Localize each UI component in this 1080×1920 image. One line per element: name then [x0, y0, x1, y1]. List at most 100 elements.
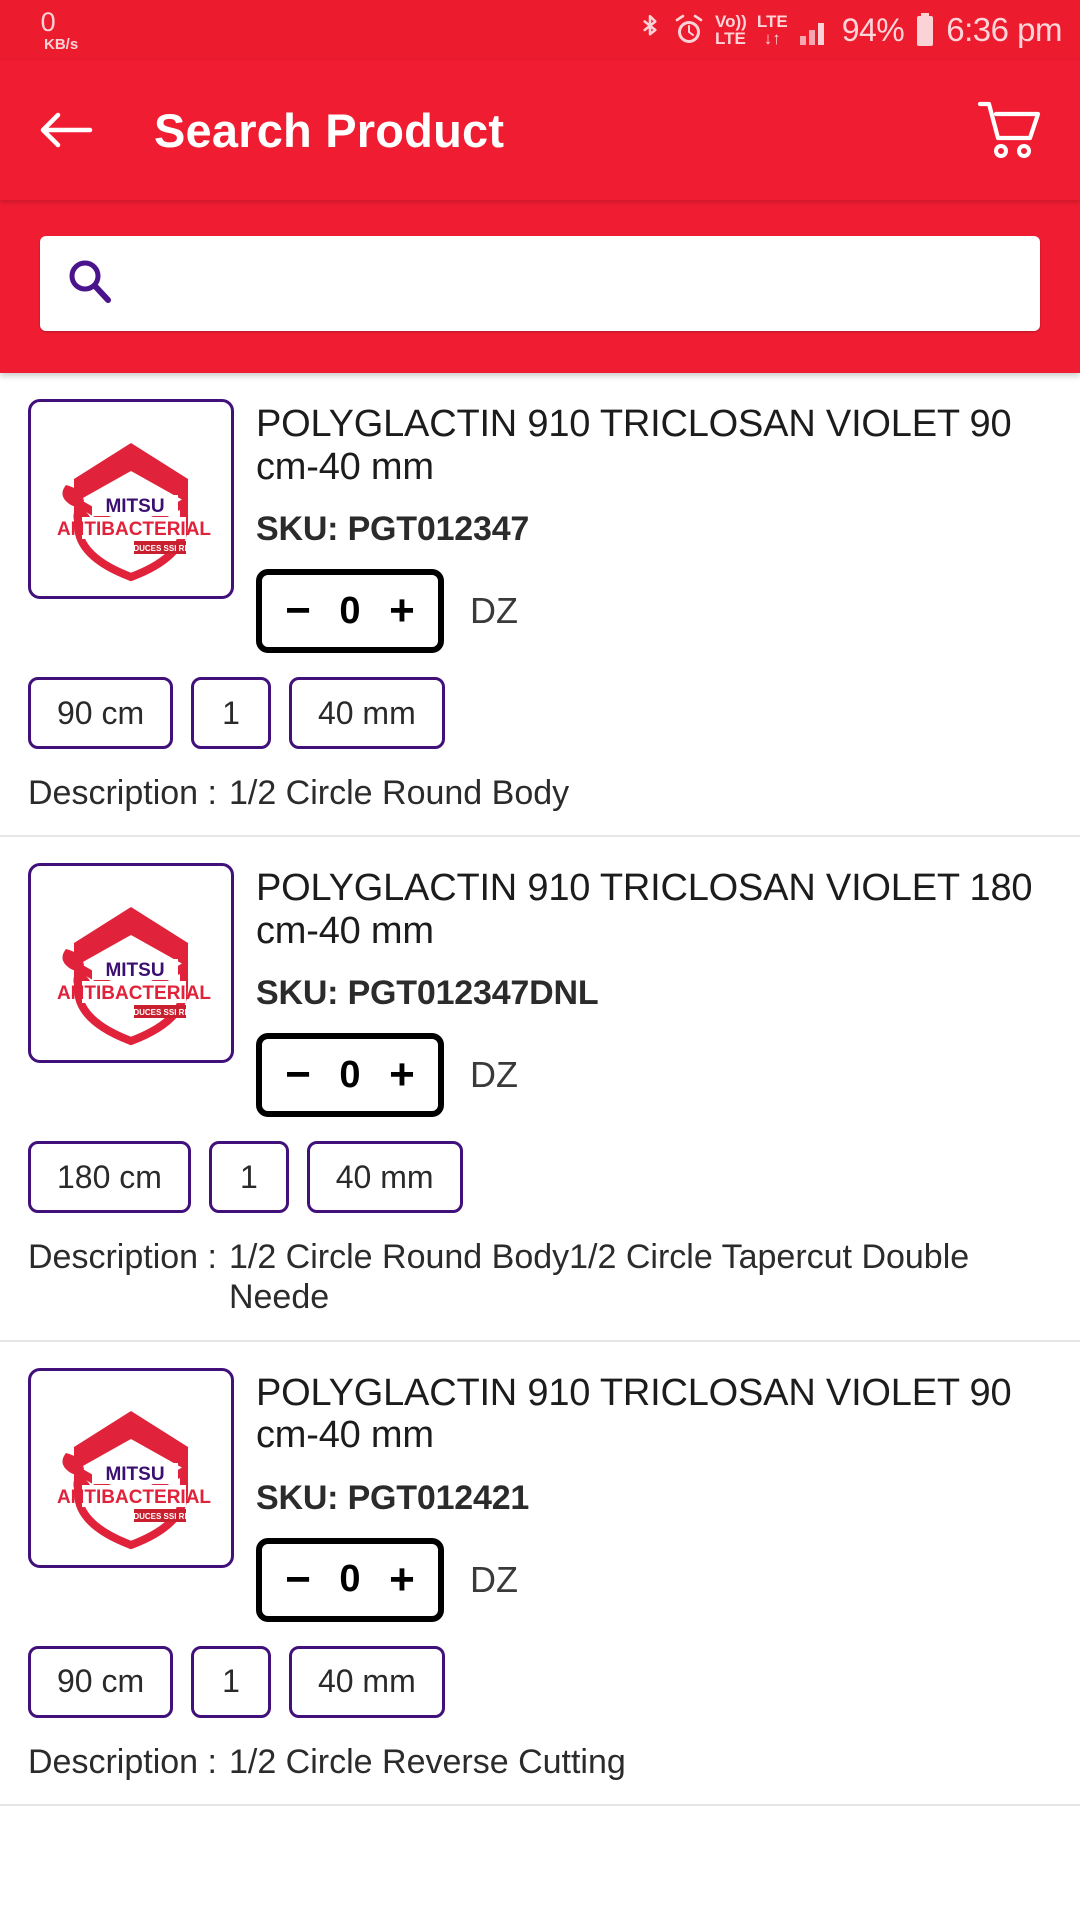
product-card[interactable]: MITSU ANTIBACTERIAL REDUCES SSI RISK POL…	[0, 373, 1080, 838]
product-attribute-chips: 180 cm 1 40 mm	[28, 1141, 1052, 1214]
product-card-top: MITSU ANTIBACTERIAL REDUCES SSI RISK POL…	[28, 863, 1052, 1118]
quantity-decrement-button[interactable]: −	[278, 1557, 318, 1602]
lte-data-icon: LTE ↓↑	[757, 13, 788, 47]
quantity-decrement-button[interactable]: −	[278, 589, 318, 633]
mitsu-antibacterial-logo-icon: MITSU ANTIBACTERIAL REDUCES SSI RISK	[57, 1411, 211, 1550]
product-info: POLYGLACTIN 910 TRICLOSAN VIOLET 90 cm-4…	[256, 1368, 1052, 1622]
quantity-stepper[interactable]: − 0 +	[256, 1033, 444, 1118]
quantity-row: − 0 + DZ	[256, 569, 1052, 654]
svg-text:MITSU: MITSU	[105, 496, 164, 517]
product-info: POLYGLACTIN 910 TRICLOSAN VIOLET 90 cm-4…	[256, 399, 1052, 654]
quantity-decrement-button[interactable]: −	[278, 1053, 318, 1097]
product-info: POLYGLACTIN 910 TRICLOSAN VIOLET 180 cm-…	[256, 863, 1052, 1118]
product-thumbnail[interactable]: MITSU ANTIBACTERIAL REDUCES SSI RISK	[28, 863, 234, 1064]
product-title: POLYGLACTIN 910 TRICLOSAN VIOLET 90 cm-4…	[256, 1371, 1012, 1457]
description-text: 1/2 Circle Round Body	[228, 774, 570, 813]
network-speed-unit: KB/s	[44, 35, 79, 53]
product-title: POLYGLACTIN 910 TRICLOSAN VIOLET 180 cm-…	[256, 867, 1033, 952]
page-title: Search Product	[154, 103, 505, 157]
battery-percent-label: 94%	[841, 11, 905, 48]
product-sku: SKU: PGT012347DNL	[256, 974, 1052, 1013]
signal-bars-icon	[798, 14, 832, 46]
quantity-value: 0	[339, 1558, 361, 1601]
mitsu-antibacterial-logo-icon: MITSU ANTIBACTERIAL REDUCES SSI RISK	[57, 906, 211, 1045]
volte-icon: Vo)) LTE	[715, 13, 747, 47]
attribute-chip-count[interactable]: 1	[208, 1141, 289, 1214]
search-icon	[66, 258, 112, 309]
attribute-chip-count[interactable]: 1	[191, 1645, 271, 1718]
clock-label: 6:36 pm	[946, 11, 1062, 48]
svg-text:MITSU: MITSU	[105, 1464, 164, 1485]
cart-button[interactable]	[974, 95, 1044, 165]
status-bar: 0 KB/s Vo)) LTE LTE ↓↑ 94% 6:36 pm	[0, 0, 1080, 60]
product-thumbnail[interactable]: MITSU ANTIBACTERIAL REDUCES SSI RISK	[28, 399, 234, 599]
quantity-unit-label: DZ	[470, 1054, 518, 1096]
product-thumbnail[interactable]: MITSU ANTIBACTERIAL REDUCES SSI RISK	[28, 1367, 234, 1568]
quantity-value: 0	[339, 1053, 361, 1096]
volte-bottom-label: LTE	[715, 29, 746, 48]
quantity-row: − 0 + DZ	[256, 1033, 1052, 1118]
search-input[interactable]	[130, 236, 1014, 331]
attribute-chip-count[interactable]: 1	[191, 677, 271, 750]
search-box[interactable]	[40, 236, 1040, 331]
product-card[interactable]: MITSU ANTIBACTERIAL REDUCES SSI RISK POL…	[0, 1341, 1080, 1806]
product-card[interactable]: MITSU ANTIBACTERIAL REDUCES SSI RISK POL…	[0, 837, 1080, 1342]
lte-arrows-label: ↓↑	[763, 29, 781, 48]
svg-text:MITSU: MITSU	[105, 960, 164, 981]
quantity-unit-label: DZ	[470, 1558, 518, 1600]
quantity-increment-button[interactable]: +	[382, 1557, 422, 1602]
product-description: Description : 1/2 Circle Round Body1/2 C…	[28, 1237, 1052, 1317]
attribute-chip-length[interactable]: 90 cm	[28, 1645, 174, 1718]
search-section	[0, 200, 1080, 373]
product-description: Description : 1/2 Circle Round Body	[28, 773, 1052, 813]
product-attribute-chips: 90 cm 1 40 mm	[28, 1645, 1052, 1718]
sku-value: PGT012421	[347, 1478, 530, 1517]
product-description: Description : 1/2 Circle Reverse Cutting	[28, 1742, 1052, 1782]
volte-top-label: Vo))	[715, 12, 747, 31]
svg-text:ANTIBACTERIAL: ANTIBACTERIAL	[57, 1487, 211, 1508]
sku-value: PGT012347	[347, 510, 530, 549]
svg-text:REDUCES SSI RISK: REDUCES SSI RISK	[122, 544, 198, 553]
app-bar: Search Product	[0, 60, 1080, 200]
product-title: POLYGLACTIN 910 TRICLOSAN VIOLET 90 cm-4…	[256, 403, 1012, 488]
product-attribute-chips: 90 cm 1 40 mm	[28, 677, 1052, 750]
product-card-top: MITSU ANTIBACTERIAL REDUCES SSI RISK POL…	[28, 1367, 1052, 1622]
network-speed-indicator: 0 KB/s	[18, 6, 79, 53]
svg-text:ANTIBACTERIAL: ANTIBACTERIAL	[57, 519, 211, 540]
quantity-increment-button[interactable]: +	[382, 1053, 422, 1097]
sku-value: PGT012347DNL	[347, 974, 599, 1013]
lte-label: LTE	[756, 12, 788, 31]
attribute-chip-size[interactable]: 40 mm	[306, 1141, 463, 1214]
alarm-icon	[673, 13, 705, 47]
product-card-top: MITSU ANTIBACTERIAL REDUCES SSI RISK POL…	[28, 399, 1052, 654]
attribute-chip-size[interactable]: 40 mm	[288, 677, 445, 750]
quantity-increment-button[interactable]: +	[382, 589, 422, 633]
sku-label: SKU:	[256, 1478, 339, 1517]
quantity-stepper[interactable]: − 0 +	[256, 569, 444, 654]
attribute-chip-size[interactable]: 40 mm	[288, 1645, 445, 1718]
svg-text:REDUCES SSI RISK: REDUCES SSI RISK	[122, 1512, 198, 1521]
status-icons: Vo)) LTE LTE ↓↑ 94% 6:36 pm	[637, 11, 1062, 49]
quantity-unit-label: DZ	[470, 590, 518, 632]
description-label: Description :	[28, 1742, 217, 1781]
attribute-chip-length[interactable]: 90 cm	[28, 677, 174, 750]
product-list: MITSU ANTIBACTERIAL REDUCES SSI RISK POL…	[0, 373, 1080, 1806]
description-text: 1/2 Circle Round Body1/2 Circle Tapercut…	[228, 1238, 970, 1317]
svg-text:ANTIBACTERIAL: ANTIBACTERIAL	[57, 983, 211, 1004]
mitsu-antibacterial-logo-icon: MITSU ANTIBACTERIAL REDUCES SSI RISK	[57, 442, 211, 581]
product-sku: SKU: PGT012347	[256, 510, 1052, 549]
product-sku: SKU: PGT012421	[256, 1479, 1052, 1518]
shopping-cart-icon	[977, 101, 1041, 158]
description-label: Description :	[28, 774, 217, 813]
svg-text:REDUCES SSI RISK: REDUCES SSI RISK	[122, 1008, 198, 1017]
battery-icon	[914, 12, 936, 48]
back-button[interactable]	[36, 100, 96, 160]
bluetooth-icon	[637, 13, 663, 47]
quantity-stepper[interactable]: − 0 +	[256, 1537, 444, 1622]
attribute-chip-length[interactable]: 180 cm	[28, 1141, 191, 1214]
network-speed-value: 0	[40, 6, 56, 37]
back-arrow-icon	[40, 112, 93, 148]
description-text: 1/2 Circle Reverse Cutting	[228, 1742, 626, 1781]
quantity-row: − 0 + DZ	[256, 1537, 1052, 1622]
sku-label: SKU:	[256, 510, 339, 549]
